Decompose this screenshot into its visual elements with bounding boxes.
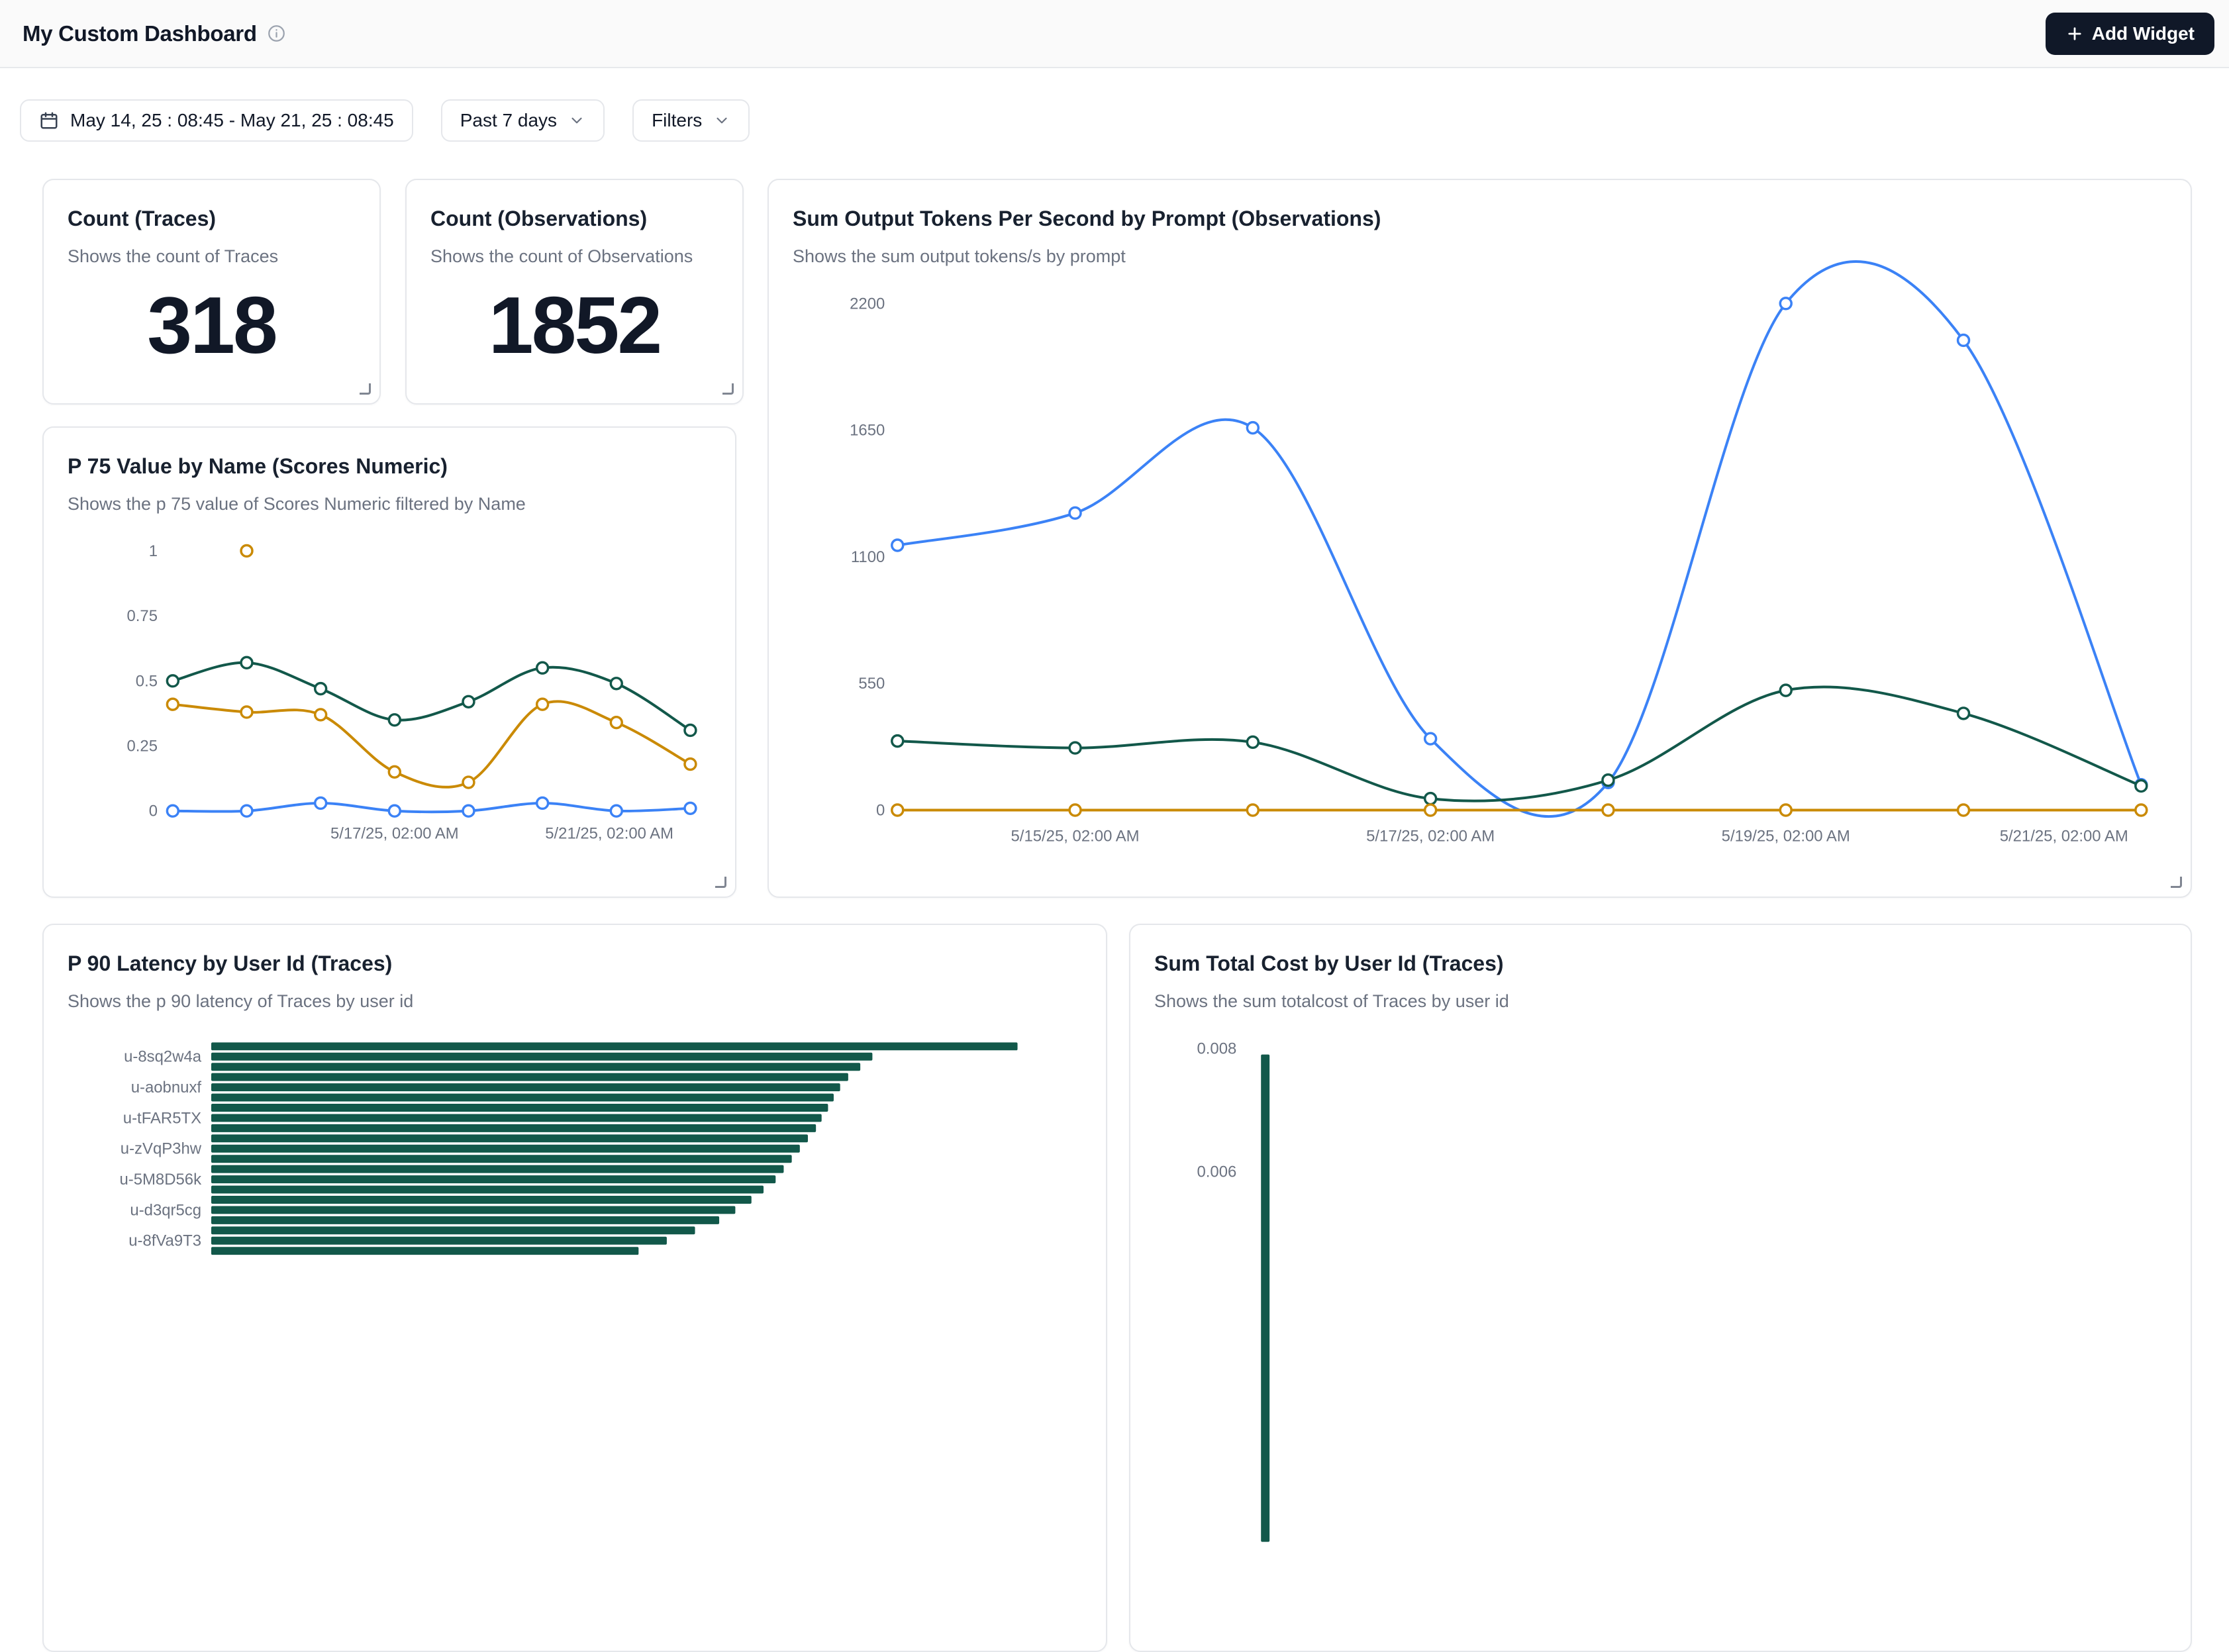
widget-title: Count (Observations)	[430, 207, 647, 231]
svg-text:2200: 2200	[850, 295, 885, 313]
widget-subtitle: Shows the count of Traces	[68, 246, 278, 267]
svg-text:0.75: 0.75	[127, 607, 158, 625]
svg-text:0.25: 0.25	[127, 737, 158, 755]
svg-text:0: 0	[876, 801, 885, 819]
widget-subtitle: Shows the count of Observations	[430, 246, 693, 267]
widget-count-observations: Count (Observations) Shows the count of …	[405, 179, 744, 405]
resize-handle-icon[interactable]	[715, 877, 726, 888]
svg-text:5/19/25, 02:00 AM: 5/19/25, 02:00 AM	[1722, 827, 1850, 845]
widget-tokens-by-prompt: Sum Output Tokens Per Second by Prompt (…	[768, 179, 2192, 898]
svg-text:0: 0	[149, 802, 158, 820]
svg-text:0.006: 0.006	[1197, 1163, 1237, 1181]
widget-count-traces: Count (Traces) Shows the count of Traces…	[42, 179, 381, 405]
widget-title: Count (Traces)	[68, 207, 216, 231]
widget-p75-by-name: P 75 Value by Name (Scores Numeric) Show…	[42, 426, 736, 898]
resize-handle-icon[interactable]	[360, 383, 371, 395]
p75-line-chart[interactable]: 0 0.25 0.5 0.75 1 5/17/25, 02:00 AM 5/21/25, 0…	[44, 428, 735, 897]
svg-text:1100: 1100	[851, 548, 885, 566]
resize-handle-icon[interactable]	[2171, 877, 2182, 888]
svg-text:u-aobnuxf: u-aobnuxf	[131, 1079, 202, 1096]
cost-bar-chart[interactable]: 0.008 0.006	[1130, 925, 2191, 1651]
svg-text:5/21/25, 02:00 AM: 5/21/25, 02:00 AM	[2000, 827, 2128, 845]
svg-text:u-8fVa9T3: u-8fVa9T3	[128, 1232, 201, 1250]
count-traces-value: 318	[44, 285, 379, 365]
resize-handle-icon[interactable]	[722, 383, 734, 395]
widget-p90-latency: P 90 Latency by User Id (Traces) Shows t…	[42, 924, 1107, 1652]
svg-text:5/17/25, 02:00 AM: 5/17/25, 02:00 AM	[330, 824, 459, 842]
svg-text:1650: 1650	[850, 422, 885, 440]
dashboard-grid: Count (Traces) Shows the count of Traces…	[0, 0, 2229, 1245]
svg-text:550: 550	[858, 675, 885, 693]
svg-text:u-d3qr5cg: u-d3qr5cg	[130, 1201, 201, 1219]
svg-text:u-5M8D56k: u-5M8D56k	[119, 1171, 201, 1189]
widget-total-cost: Sum Total Cost by User Id (Traces) Shows…	[1129, 924, 2192, 1652]
svg-text:u-tFAR5TX: u-tFAR5TX	[123, 1109, 201, 1127]
svg-text:0.5: 0.5	[136, 672, 158, 690]
svg-text:1: 1	[149, 542, 158, 560]
p90-bar-chart[interactable]: u-8sq2w4a u-aobnuxf u-tFAR5TX u-zVqP3hw u-5M…	[44, 925, 1106, 1651]
svg-text:0.008: 0.008	[1197, 1040, 1237, 1057]
svg-text:u-zVqP3hw: u-zVqP3hw	[121, 1140, 202, 1158]
svg-text:u-8sq2w4a: u-8sq2w4a	[124, 1048, 202, 1066]
count-observations-value: 1852	[407, 285, 742, 365]
svg-text:5/17/25, 02:00 AM: 5/17/25, 02:00 AM	[1366, 827, 1495, 845]
svg-text:5/21/25, 02:00 AM: 5/21/25, 02:00 AM	[545, 824, 673, 842]
tokens-line-chart[interactable]: 0 550 1100 1650 2200 5/15/25, 02:00 AM 5/17/25…	[769, 180, 2191, 897]
svg-text:5/15/25, 02:00 AM: 5/15/25, 02:00 AM	[1011, 827, 1140, 845]
